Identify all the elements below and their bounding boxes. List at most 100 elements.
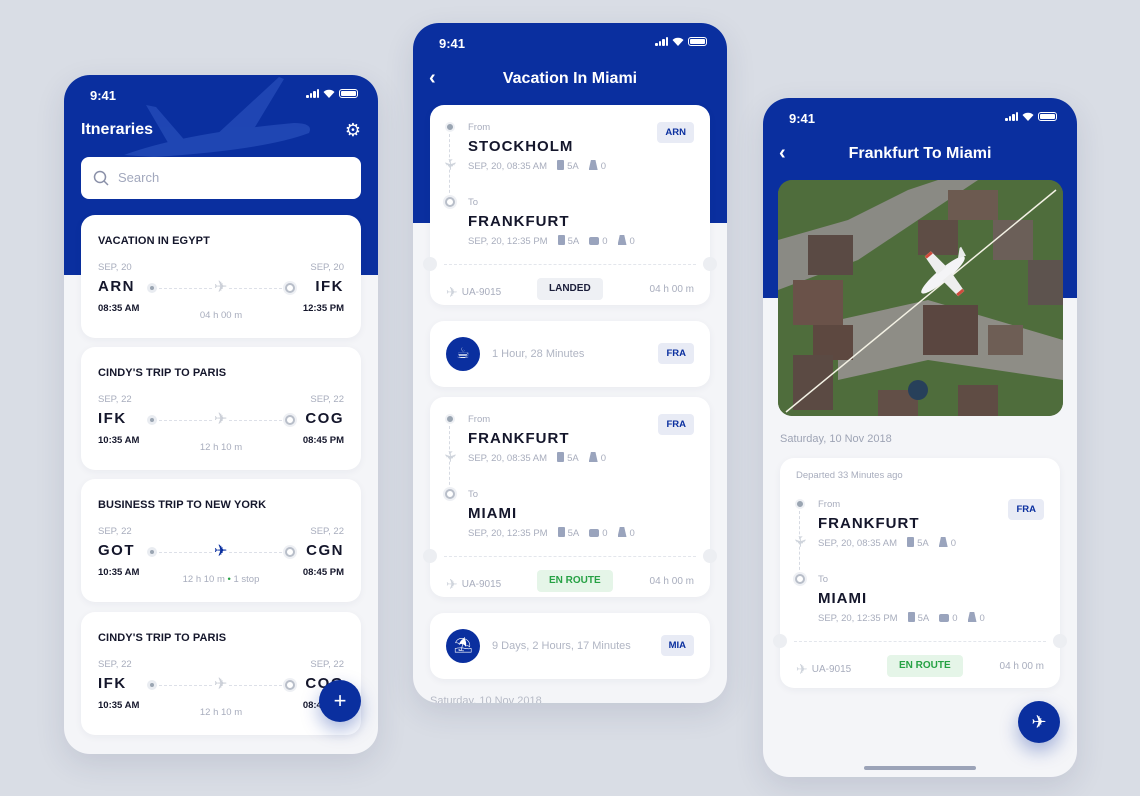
airplane-icon: ✈	[212, 279, 230, 297]
flight-number-text: UA-9015	[811, 664, 852, 675]
itinerary-card[interactable]: CINDY'S TRIP TO PARIS SEP, 22 SEP, 22 IF…	[81, 612, 361, 735]
airplane-icon: ✈	[440, 450, 458, 463]
divider	[444, 556, 696, 557]
flight-card[interactable]: ✈ From FRANKFURT SEP, 20, 08:35 AM 5A 0 …	[423, 397, 717, 597]
departure-date: SEP, 22	[98, 526, 132, 537]
wifi-icon	[1022, 112, 1034, 121]
wifi-icon	[323, 89, 335, 98]
origin-city: STOCKHOLM	[468, 138, 574, 155]
destination-dot	[285, 415, 295, 425]
duration-text: 04 h 00 m	[199, 310, 243, 321]
departure-datetime: SEP, 20, 08:35 AM	[468, 160, 548, 172]
itinerary-title: BUSINESS TRIP TO NEW YORK	[98, 499, 267, 511]
layover-duration: 1 Hour, 28 Minutes	[492, 348, 585, 360]
search-input[interactable]: Search	[81, 157, 361, 199]
battery-icon	[688, 37, 707, 46]
baggage-value: 0	[952, 612, 958, 624]
status-time: 9:41	[90, 88, 117, 103]
duration-text: 12 h 10 m	[199, 442, 243, 453]
plus-icon: +	[333, 688, 347, 713]
gate-icon	[557, 160, 565, 170]
origin-dot	[445, 414, 455, 424]
flight-status-row: ✈ UA-9015 EN ROUTE 04 h 00 m	[780, 654, 1060, 684]
destination-dot	[445, 489, 455, 499]
baggage-icon	[589, 528, 600, 537]
departure-info: SEP, 20, 08:35 AM 5A 0	[818, 537, 956, 549]
destination-city: MIAMI	[468, 505, 518, 522]
gate-icon	[907, 612, 915, 622]
destination-dot	[445, 197, 455, 207]
ticket-notch	[1053, 634, 1067, 648]
status-time: 9:41	[439, 36, 466, 51]
flight-card[interactable]: ✈ From STOCKHOLM SEP, 20, 08:35 AM 5A 0 …	[423, 105, 717, 305]
flight-number: ✈ UA-9015	[446, 576, 501, 593]
search-placeholder: Search	[118, 170, 160, 185]
airport-badge: MIA	[660, 635, 694, 656]
destination-city: FRANKFURT	[468, 213, 570, 230]
airplane-icon: ✈	[446, 576, 458, 592]
runway-value: 0	[629, 528, 635, 539]
layover-card[interactable]: ☕ 1 Hour, 28 Minutes FRA	[430, 321, 710, 387]
destination-city: MIAMI	[818, 590, 868, 607]
itinerary-card[interactable]: VACATION IN EGYPT SEP, 20 SEP, 20 ARN IF…	[81, 215, 361, 338]
arrival-airport: CGN	[306, 542, 344, 559]
page-title: Vacation In Miami	[502, 70, 638, 87]
departed-status: Departed 33 Minutes ago	[796, 470, 903, 481]
stops-text: 1 stop	[233, 574, 260, 585]
itinerary-card[interactable]: BUSINESS TRIP TO NEW YORK SEP, 22 SEP, 2…	[81, 479, 361, 602]
flight-duration: 12 h 10 m	[81, 707, 361, 718]
arrival-datetime: SEP, 20, 12:35 PM	[468, 527, 548, 539]
departure-airport: IFK	[98, 675, 127, 692]
destination-dot	[285, 283, 295, 293]
gate-icon	[557, 235, 565, 245]
status-bar: 9:41	[64, 75, 378, 115]
ticket-notch	[703, 549, 717, 563]
airplane-icon: ✈	[212, 676, 230, 694]
baggage-value: 0	[602, 235, 608, 247]
duration-text: 12 h 10 m	[182, 574, 225, 585]
flight-map-image	[778, 180, 1063, 416]
gate-icon	[557, 527, 565, 537]
airport-badge: ARN	[657, 122, 694, 143]
origin-dot	[147, 283, 157, 293]
arrival-info: SEP, 20, 12:35 PM 5A 0 0	[468, 235, 635, 247]
runway-icon	[588, 160, 598, 170]
airplane-icon: ✈	[446, 284, 458, 300]
baggage-icon	[589, 236, 600, 245]
gate-icon	[557, 452, 565, 462]
airplane-icon: ✈	[440, 158, 458, 171]
beach-icon: ⛱	[446, 629, 480, 663]
origin-dot	[147, 680, 157, 690]
divider	[794, 641, 1046, 642]
arrival-info: SEP, 20, 12:35 PM 5A 0 0	[468, 527, 635, 539]
departure-date: SEP, 22	[98, 394, 132, 405]
runway-value: 0	[950, 538, 956, 549]
gate-icon	[907, 537, 915, 547]
runway-icon	[967, 612, 977, 622]
origin-dot	[795, 499, 805, 509]
add-itinerary-button[interactable]: +	[319, 680, 361, 722]
flight-status-button[interactable]: ✈	[1018, 701, 1060, 743]
coffee-icon: ☕	[446, 337, 480, 371]
gate-value: 5A	[567, 236, 580, 247]
runway-icon	[617, 235, 627, 245]
origin-dot	[445, 122, 455, 132]
gear-icon[interactable]: ⚙	[345, 121, 361, 139]
airplane-icon: ✈	[212, 543, 230, 561]
status-time: 9:41	[789, 111, 816, 126]
flight-number-text: UA-9015	[461, 579, 502, 590]
departure-datetime: SEP, 20, 08:35 AM	[818, 537, 898, 549]
from-label: From	[468, 414, 491, 425]
arrival-date: SEP, 22	[310, 659, 344, 670]
destination-dot	[285, 680, 295, 690]
page-title: Frankfurt To Miami	[848, 145, 992, 162]
from-label: From	[468, 122, 491, 133]
battery-icon	[339, 89, 358, 98]
layover-card[interactable]: ⛱ 9 Days, 2 Hours, 17 Minutes MIA	[430, 613, 710, 679]
flight-card[interactable]: Departed 33 Minutes ago ✈ From FRANKFURT…	[773, 458, 1067, 688]
arrival-datetime: SEP, 20, 12:35 PM	[468, 235, 548, 247]
itinerary-card[interactable]: CINDY'S TRIP TO PARIS SEP, 22 SEP, 22 IF…	[81, 347, 361, 470]
airplane-icon: ✈	[212, 411, 230, 429]
baggage-icon	[939, 613, 950, 622]
signal-icon	[655, 37, 668, 46]
